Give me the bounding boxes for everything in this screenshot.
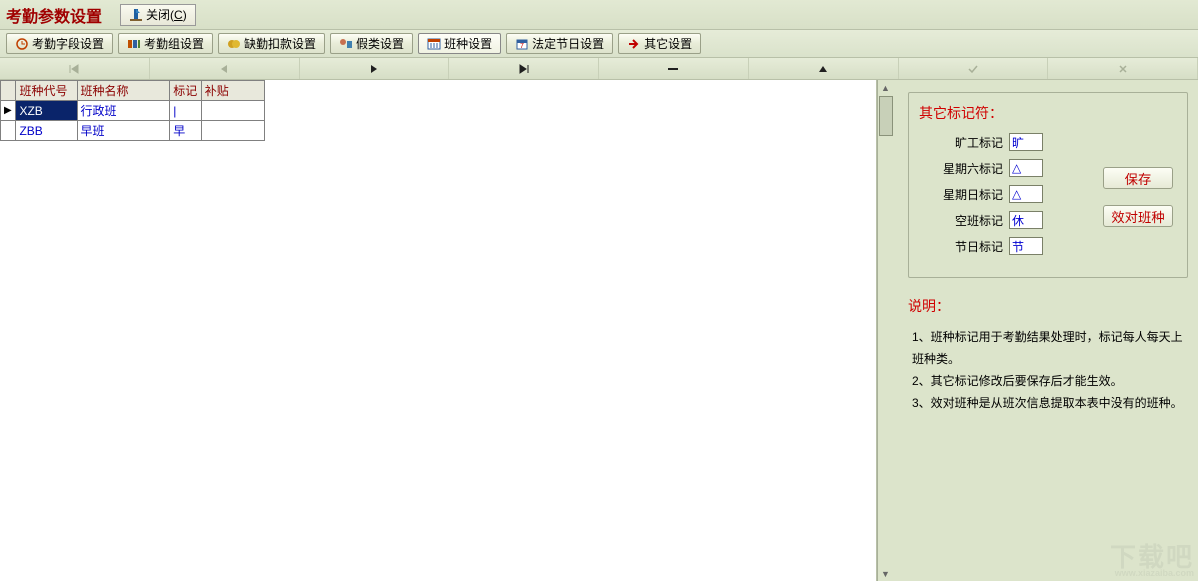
tab-label: 假类设置 [356, 35, 404, 52]
check-shift-button[interactable]: 效对班种 [1103, 205, 1173, 227]
col-code[interactable]: 班种代号 [16, 81, 77, 101]
notes-body: 1、班种标记用于考勤结果处理时，标记每人每天上班种类。 2、其它标记修改后要保存… [908, 326, 1188, 414]
note-line: 1、班种标记用于考勤结果处理时，标记每人每天上班种类。 [912, 326, 1188, 370]
nav-last[interactable] [449, 58, 599, 79]
minus-icon [667, 64, 679, 74]
nav-last-icon [518, 64, 530, 74]
close-icon [129, 8, 143, 22]
caret-up-icon [818, 64, 828, 74]
label-holiday-mark: 节日标记 [923, 238, 1003, 255]
panel-legend: 其它标记符： [919, 103, 1173, 123]
nav-post[interactable] [899, 58, 1049, 79]
row-indicator: ▶ [1, 101, 16, 121]
close-button[interactable]: 关闭(C) [120, 4, 196, 26]
close-label: 关闭(C) [146, 6, 187, 23]
svg-text:7: 7 [520, 43, 524, 50]
nav-delete[interactable] [599, 58, 749, 79]
nav-prev-icon [219, 64, 229, 74]
row-indicator [1, 121, 16, 141]
nav-next[interactable] [300, 58, 450, 79]
save-button[interactable]: 保存 [1103, 167, 1173, 189]
watermark: 下载吧 www.xiazaiba.com [1110, 546, 1194, 577]
note-line: 2、其它标记修改后要保存后才能生效。 [912, 370, 1188, 392]
record-navigator [0, 58, 1198, 80]
label-sunday-mark: 星期日标记 [923, 186, 1003, 203]
tab-label: 班种设置 [444, 35, 492, 52]
tab-attendance-groups[interactable]: 考勤组设置 [118, 33, 213, 54]
label-empty-shift-mark: 空班标记 [923, 212, 1003, 229]
note-line: 3、效对班种是从班次信息提取本表中没有的班种。 [912, 392, 1188, 414]
cell-name[interactable]: 行政班 [77, 101, 170, 121]
other-marks-panel: 其它标记符： 旷工标记 星期六标记 星期日标记 空班标记 节日标记 保存 [908, 92, 1188, 278]
cell-allowance[interactable] [201, 101, 264, 121]
calendar-icon [427, 37, 441, 51]
cell-code[interactable]: ZBB [16, 121, 77, 141]
tab-holidays[interactable]: 7 法定节日设置 [506, 33, 613, 54]
scroll-down-button[interactable]: ▼ [878, 566, 893, 581]
clock-icon [15, 37, 29, 51]
input-empty-shift-mark[interactable] [1009, 211, 1043, 229]
cell-mark[interactable]: 早 [170, 121, 202, 141]
label-saturday-mark: 星期六标记 [923, 160, 1003, 177]
tab-label: 其它设置 [644, 35, 692, 52]
tab-label: 考勤字段设置 [32, 35, 104, 52]
tab-leave-types[interactable]: 假类设置 [330, 33, 413, 54]
scroll-up-button[interactable]: ▲ [878, 80, 893, 95]
deduction-icon [227, 37, 241, 51]
notes-title: 说明： [908, 296, 1188, 316]
tab-shift-types[interactable]: 班种设置 [418, 33, 501, 54]
cell-allowance[interactable] [201, 121, 264, 141]
check-icon [967, 64, 979, 74]
table-row[interactable]: ▶ XZB 行政班 | [1, 101, 265, 121]
input-saturday-mark[interactable] [1009, 159, 1043, 177]
tab-attendance-fields[interactable]: 考勤字段设置 [6, 33, 113, 54]
tab-label: 缺勤扣款设置 [244, 35, 316, 52]
input-absent-mark[interactable] [1009, 133, 1043, 151]
col-name[interactable]: 班种名称 [77, 81, 170, 101]
nav-cancel[interactable] [1048, 58, 1198, 79]
table-row[interactable]: ZBB 早班 早 [1, 121, 265, 141]
group-icon [127, 37, 141, 51]
side-panel: 其它标记符： 旷工标记 星期六标记 星期日标记 空班标记 节日标记 保存 [894, 80, 1198, 581]
label-absent-mark: 旷工标记 [923, 134, 1003, 151]
input-sunday-mark[interactable] [1009, 185, 1043, 203]
nav-next-icon [369, 64, 379, 74]
vertical-scrollbar[interactable]: ▲ ▼ [877, 80, 894, 581]
shift-type-table[interactable]: 班种代号 班种名称 标记 补贴 ▶ XZB 行政班 | ZBB 早班 早 [0, 80, 265, 141]
nav-first[interactable] [0, 58, 150, 79]
input-holiday-mark[interactable] [1009, 237, 1043, 255]
scroll-thumb[interactable] [879, 96, 893, 136]
nav-first-icon [68, 64, 80, 74]
tab-label: 考勤组设置 [144, 35, 204, 52]
tab-other-settings[interactable]: 其它设置 [618, 33, 701, 54]
col-allowance[interactable]: 补贴 [201, 81, 264, 101]
nav-insert[interactable] [749, 58, 899, 79]
cell-mark[interactable]: | [170, 101, 202, 121]
x-icon [1118, 64, 1128, 74]
arrow-right-icon [627, 37, 641, 51]
tab-deduction-settings[interactable]: 缺勤扣款设置 [218, 33, 325, 54]
col-mark[interactable]: 标记 [170, 81, 202, 101]
leave-icon [339, 37, 353, 51]
nav-prev[interactable] [150, 58, 300, 79]
cell-name[interactable]: 早班 [77, 121, 170, 141]
holiday-icon: 7 [515, 37, 529, 51]
row-indicator-header [1, 81, 16, 101]
page-title: 考勤参数设置 [6, 3, 102, 27]
tab-label: 法定节日设置 [532, 35, 604, 52]
cell-code[interactable]: XZB [16, 101, 77, 121]
main-grid-area: 班种代号 班种名称 标记 补贴 ▶ XZB 行政班 | ZBB 早班 早 [0, 80, 877, 581]
tab-bar: 考勤字段设置 考勤组设置 缺勤扣款设置 假类设置 班种设置 7 法定节日设置 其… [0, 30, 1198, 58]
